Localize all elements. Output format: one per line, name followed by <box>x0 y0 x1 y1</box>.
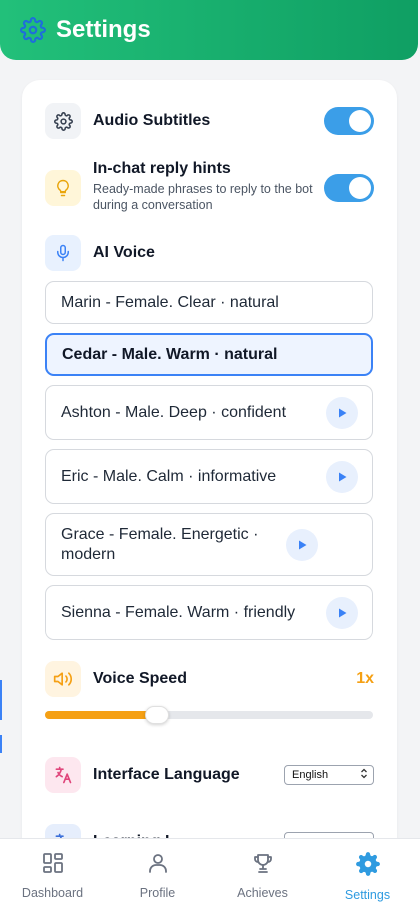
reply-hints-row: In-chat reply hints Ready-made phrases t… <box>45 160 374 213</box>
voice-speed-row: Voice Speed 1x <box>45 661 374 697</box>
toggle-knob <box>349 110 371 132</box>
voice-option-cedar[interactable]: Cedar - Male. Warm · natural <box>45 333 373 376</box>
app-header: Settings <box>0 0 418 60</box>
voice-option-marin[interactable]: Marin - Female. Clear · natural <box>45 281 373 324</box>
slider-thumb[interactable] <box>144 706 169 724</box>
reply-hints-toggle[interactable] <box>324 174 374 202</box>
settings-card: Audio Subtitles In-chat reply hints Read… <box>22 80 397 880</box>
voice-option-sienna[interactable]: Sienna - Female. Warm · friendly <box>45 585 373 640</box>
slider-fill <box>45 711 157 719</box>
speaker-icon <box>45 661 81 697</box>
profile-icon <box>146 851 170 880</box>
tab-label: Settings <box>344 888 391 902</box>
voice-option-name: Cedar - Male. Warm · natural <box>62 345 278 363</box>
voice-option-name: Ashton - Male. Deep · confident <box>61 403 287 421</box>
audio-subtitles-toggle[interactable] <box>324 107 374 135</box>
voice-option-grace[interactable]: Grace - Female. Energetic · modern <box>45 513 373 576</box>
tab-settings[interactable]: Settings <box>315 839 420 911</box>
voice-speed-label: Voice Speed <box>93 670 187 687</box>
reply-hints-label: In-chat reply hints <box>93 160 231 177</box>
voice-option-eric[interactable]: Eric - Male. Calm · informative <box>45 449 373 504</box>
voice-option-name: Sienna - Female. Warm · friendly <box>61 603 296 621</box>
select-value: English <box>292 769 329 781</box>
microphone-icon <box>45 235 81 271</box>
audio-subtitles-row: Audio Subtitles <box>45 103 374 139</box>
chevron-updown-icon <box>360 768 368 782</box>
tab-label: Achieves <box>237 886 288 900</box>
interface-language-row: Interface Language English <box>45 757 374 793</box>
bottom-tab-bar: Dashboard Profile Achieves Settings <box>0 838 420 911</box>
play-icon[interactable] <box>286 528 318 561</box>
voice-option-name: Marin - Female. Clear · natural <box>61 293 279 311</box>
voice-speed-value: 1x <box>356 670 374 687</box>
voice-option-name: Eric - Male. Calm · informative <box>61 467 277 485</box>
interface-language-select[interactable]: English <box>284 765 374 785</box>
play-icon[interactable] <box>326 596 358 629</box>
interface-language-label: Interface Language <box>93 766 240 783</box>
voice-speed-slider[interactable] <box>45 706 373 724</box>
trophy-icon <box>251 851 275 880</box>
audio-subtitles-label: Audio Subtitles <box>93 112 211 129</box>
translate-icon <box>45 757 81 793</box>
gear-icon <box>45 103 81 139</box>
ai-voice-row: AI Voice <box>45 235 374 271</box>
lightbulb-icon <box>45 170 81 206</box>
voice-option-name: Grace - Female. Energetic · modern <box>61 525 259 563</box>
play-icon[interactable] <box>326 396 358 429</box>
tab-achieves[interactable]: Achieves <box>210 839 315 911</box>
ai-voice-label: AI Voice <box>93 244 155 261</box>
dashboard-icon <box>41 851 65 880</box>
gear-icon <box>20 17 46 43</box>
voice-option-ashton[interactable]: Ashton - Male. Deep · confident <box>45 385 373 440</box>
page-title: Settings <box>56 16 151 43</box>
toggle-knob <box>349 177 371 199</box>
gear-icon <box>355 851 381 882</box>
background-accent-strip <box>0 735 2 753</box>
play-icon[interactable] <box>326 460 358 493</box>
background-accent-strip <box>0 680 2 720</box>
tab-profile[interactable]: Profile <box>105 839 210 911</box>
tab-label: Dashboard <box>21 886 84 900</box>
reply-hints-description: Ready-made phrases to reply to the bot d… <box>93 182 313 212</box>
tab-label: Profile <box>139 886 176 900</box>
tab-dashboard[interactable]: Dashboard <box>0 839 105 911</box>
